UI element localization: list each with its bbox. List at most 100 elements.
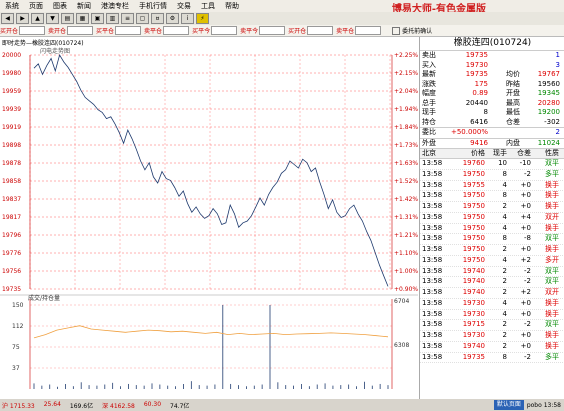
status-value: 60.30: [143, 400, 162, 408]
tick-nature: 换手: [545, 191, 559, 200]
tick-nature: 换手: [545, 202, 559, 210]
order-input[interactable]: [307, 26, 334, 35]
order-label: 买平仓: [96, 28, 115, 35]
default-page-button[interactable]: 默认页面: [493, 400, 524, 410]
settings-icon[interactable]: ⚙: [166, 13, 179, 24]
order-input[interactable]: [115, 26, 142, 35]
menu-trade[interactable]: 交易: [172, 1, 196, 11]
grid-icon[interactable]: ▦: [76, 13, 89, 24]
quote-panel: 橡胶连四(010724) 卖出 19735 1 买入 19730 3 最新 19735 均价 19…: [419, 37, 564, 399]
quote-row: 涨跌 175 昨结 19560: [420, 80, 564, 90]
inner-label: 内盘: [506, 138, 520, 147]
tick-time: 13:58: [422, 352, 443, 361]
up-icon[interactable]: ▲: [31, 13, 44, 24]
tick-row: 13:58 19755 4 +0 换手: [420, 181, 564, 192]
tick-qty: 2: [502, 266, 507, 275]
tick-row: 13:58 19730 4 +0 换手: [420, 310, 564, 321]
order-input[interactable]: [163, 26, 190, 35]
tick-row: 13:58 19740 2 +0 换手: [420, 342, 564, 353]
tick-nature: 换手: [545, 245, 559, 253]
order-input[interactable]: [211, 26, 238, 35]
instrument-title: 橡胶连四(010724): [420, 37, 564, 51]
ticks-header-oi: 仓差: [517, 149, 531, 157]
pct-tick-label: +1.42%: [394, 196, 418, 203]
menu-page[interactable]: 页面: [24, 1, 48, 11]
quote-label-right: [488, 51, 520, 61]
confirm-label: 委托前确认: [402, 28, 433, 35]
tick-row: 13:58 19760 10 -10 双平: [420, 159, 564, 170]
tick-qty: 2: [502, 320, 507, 329]
tick-qty: 2: [502, 288, 507, 296]
status-bar: 沪 1715.33 25.64 169.6亿深 4162.58 60.30 74.7亿 …: [0, 399, 564, 411]
candle-icon[interactable]: ▥: [106, 13, 119, 24]
info-icon[interactable]: i: [181, 13, 194, 24]
tick-time: 13:58: [422, 341, 443, 350]
pct-tick-label: +2.04%: [394, 88, 418, 95]
tick-oi: +0: [520, 223, 531, 232]
quote-label: 卖出: [422, 51, 436, 59]
quote-value-right: 20280: [537, 98, 560, 107]
pct-tick-label: +2.15%: [394, 70, 418, 77]
intraday-chart[interactable]: 20000 +2.25% 19980 +2.15% 19959 +2.04% 19939 +1…: [0, 37, 418, 399]
tick-row: 13:58 19750 2 +0 换手: [420, 245, 564, 256]
tick-price: 19730: [462, 331, 485, 339]
menu-chart[interactable]: 图表: [48, 1, 72, 11]
tick-qty: 2: [502, 202, 507, 210]
order-bar: 买开仓 卖开仓 买平仓 卖平仓 买平今 卖平今 买开仓 卖平仓 委托前确认: [0, 25, 564, 37]
menu-tools[interactable]: 工具: [196, 1, 220, 11]
chart-icon[interactable]: ▤: [61, 13, 74, 24]
order-input[interactable]: [19, 26, 46, 35]
tick-oi: +0: [520, 180, 531, 189]
tick-time: 13:58: [422, 202, 443, 210]
order-label: 卖平仓: [144, 28, 163, 35]
tick-oi: -10: [519, 159, 531, 167]
toolbar: ◀ ▶ ▲ ▼ ▤ ▦ ▣ ▥ ≡ ▢ ¤ ⚙ i ⚡: [0, 12, 564, 25]
menu-mobile[interactable]: 手机行情: [134, 1, 172, 11]
price-tick-label: 19939: [2, 106, 21, 113]
tick-row: 13:58 19735 8 -2 多平: [420, 353, 564, 364]
ticks-header: 北京 价格 现手 仓差 性质: [420, 148, 564, 159]
ticks-header-qty: 现手: [493, 149, 507, 157]
order-input[interactable]: [355, 26, 382, 35]
vol-tick-label: 112: [12, 323, 24, 330]
tick-qty: 2: [502, 245, 507, 253]
tick-row: 13:58 19750 4 +0 换手: [420, 224, 564, 235]
list-icon[interactable]: ≡: [121, 13, 134, 24]
pct-tick-label: +1.94%: [394, 106, 418, 113]
forward-icon[interactable]: ▶: [16, 13, 29, 24]
tick-time: 13:58: [422, 159, 443, 167]
menu-system[interactable]: 系统: [0, 1, 24, 11]
commit-row: 委比 +50.000% 2: [420, 127, 564, 138]
vol-label: 成交/持仓量: [28, 294, 60, 302]
price-tick-label: 19776: [2, 250, 21, 257]
commit-right: 2: [555, 128, 560, 136]
pct-tick-label: +2.25%: [394, 52, 418, 59]
menu-help[interactable]: 帮助: [220, 1, 244, 11]
menu-bar: 系统 页面 图表 新闻 港澳专栏 手机行情 交易 工具 帮助 博易大师-有色金属…: [0, 0, 564, 15]
tick-price: 19750: [462, 202, 485, 210]
tick-oi: +0: [520, 309, 531, 318]
tick-time: 13:58: [422, 277, 443, 286]
confirm-checkbox[interactable]: [392, 26, 401, 35]
quote-row: 买入 19730 3: [420, 61, 564, 71]
menu-hk[interactable]: 港澳专栏: [96, 1, 134, 11]
zoom-icon[interactable]: ▣: [91, 13, 104, 24]
status-right: pobo 13:58: [526, 401, 561, 409]
window-icon[interactable]: ▢: [136, 13, 149, 24]
tick-row: 13:58 19750 4 +2 多开: [420, 256, 564, 267]
order-icon[interactable]: ¤: [151, 13, 164, 24]
pct-tick-label: +0.90%: [394, 286, 418, 293]
quote-label-right: 均价: [506, 70, 520, 78]
tick-price: 19735: [462, 352, 485, 361]
down-icon[interactable]: ▼: [46, 13, 59, 24]
oi-line: [33, 325, 389, 339]
menu-news[interactable]: 新闻: [72, 1, 96, 11]
back-icon[interactable]: ◀: [1, 13, 14, 24]
order-label: 买开仓: [288, 28, 307, 35]
order-input[interactable]: [67, 26, 94, 35]
tick-qty: 8: [502, 169, 507, 178]
order-input[interactable]: [259, 26, 286, 35]
flash-icon[interactable]: ⚡: [196, 13, 209, 24]
quote-value-right: -302: [544, 117, 560, 126]
status-value: 74.7亿: [170, 402, 190, 410]
